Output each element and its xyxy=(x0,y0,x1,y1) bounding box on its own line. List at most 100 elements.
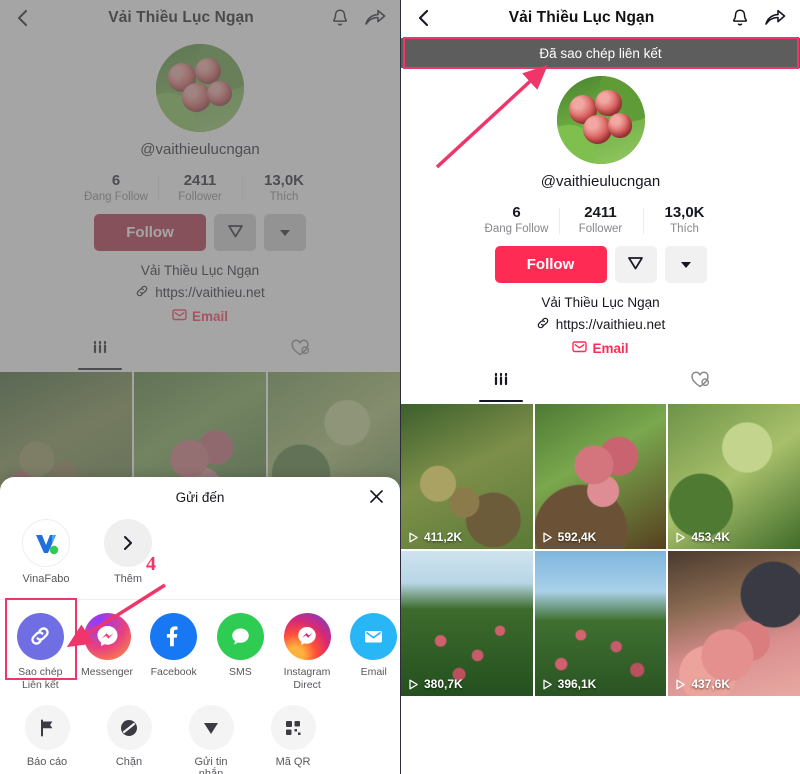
share-target-label: Facebook xyxy=(150,665,197,678)
tool-report[interactable]: Báo cáo xyxy=(18,705,76,774)
share-sheet-header: Gửi đến xyxy=(0,477,400,517)
share-arrow-icon[interactable] xyxy=(363,7,387,29)
stat-following[interactable]: 6 Đang Follow xyxy=(475,204,559,235)
share-sheet-apps-row: VinaFabo Thêm xyxy=(0,517,400,587)
share-target-messenger[interactable]: Messenger xyxy=(81,612,134,693)
profile-handle: @vaithieulucngan xyxy=(140,141,260,158)
stat-value: 2411 xyxy=(183,172,217,189)
stat-followers[interactable]: 2411 Follower xyxy=(158,172,242,203)
play-icon xyxy=(676,679,686,689)
paper-plane-icon xyxy=(226,221,245,245)
back-icon[interactable] xyxy=(414,7,434,29)
tab-active-underline xyxy=(78,367,122,370)
share-target-label: Email xyxy=(360,665,387,678)
play-icon xyxy=(409,532,418,542)
stats-row: 6 Đang Follow 2411 Follower 13,0K Thích xyxy=(401,204,800,235)
share-sheet-title: Gửi đến xyxy=(175,489,225,505)
video-cell[interactable]: 380,7K xyxy=(401,551,533,696)
stat-value: 6 xyxy=(512,204,521,221)
share-target-facebook[interactable]: Facebook xyxy=(147,612,200,693)
send-message-button[interactable] xyxy=(614,246,657,283)
share-arrow-icon[interactable] xyxy=(763,7,787,29)
bio-link[interactable]: https://vaithieu.net xyxy=(0,284,400,301)
share-target-copy-link[interactable]: Sao chép Liên kết xyxy=(14,612,67,693)
mail-icon xyxy=(572,340,588,356)
video-cell[interactable]: 396,1K xyxy=(534,551,667,696)
tool-label: Báo cáo xyxy=(26,756,68,769)
video-view-count: 396,1K xyxy=(542,677,596,691)
stat-label: Thích xyxy=(670,223,699,235)
block-icon xyxy=(106,705,152,751)
facebook-icon xyxy=(150,612,198,660)
follow-button[interactable]: Follow xyxy=(94,214,206,251)
stat-following[interactable]: 6 Đang Follow xyxy=(74,172,158,203)
bio-link-text: https://vaithieu.net xyxy=(555,317,666,332)
link-icon xyxy=(536,316,550,333)
stat-value: 13,0K xyxy=(664,204,705,221)
stat-likes[interactable]: 13,0K Thích xyxy=(242,172,326,203)
qr-code-icon xyxy=(270,705,316,751)
video-thumb xyxy=(668,404,800,549)
bio-email[interactable]: Email xyxy=(401,340,800,356)
tool-send-message[interactable]: Gửi tin nhắn xyxy=(182,705,240,774)
stat-label: Đang Follow xyxy=(484,223,549,235)
play-icon xyxy=(676,532,686,542)
tab-active-underline xyxy=(478,399,523,402)
video-cell[interactable]: 437,6K xyxy=(668,551,800,696)
tool-block[interactable]: Chặn xyxy=(100,705,158,774)
stat-label: Follower xyxy=(578,223,623,235)
bell-icon[interactable] xyxy=(729,7,751,29)
right-panel-link-copied: Vải Thiều Lục Ngạn Đã sao chép liên kết … xyxy=(400,0,800,774)
video-view-count: 592,4K xyxy=(542,530,596,544)
avatar[interactable] xyxy=(556,76,645,164)
stat-label: Thích xyxy=(269,191,299,203)
share-target-instagram-direct[interactable]: Instagram Direct xyxy=(281,612,334,693)
bio-email[interactable]: Email xyxy=(0,308,400,324)
share-app-vinafabo[interactable]: VinaFabo xyxy=(14,519,78,587)
bio-email-label: Email xyxy=(592,340,629,356)
tool-label: Mã QR xyxy=(275,756,311,769)
share-target-sms[interactable]: SMS xyxy=(214,612,267,693)
stat-value: 6 xyxy=(111,172,121,189)
tool-qr-code[interactable]: Mã QR xyxy=(264,705,322,774)
avatar[interactable] xyxy=(156,44,244,132)
page-title: Vải Thiều Lục Ngạn xyxy=(108,9,254,26)
tab-liked[interactable] xyxy=(200,338,400,368)
close-icon[interactable] xyxy=(368,488,385,505)
video-cell[interactable]: 411,2K xyxy=(401,404,533,549)
video-thumb xyxy=(401,404,533,549)
more-options-button[interactable] xyxy=(264,214,306,251)
stats-row: 6 Đang Follow 2411 Follower 13,0K Thích xyxy=(0,172,400,203)
tool-label: Chặn xyxy=(115,756,143,769)
tutorial-screenshot: Vải Thiều Lục Ngạn @vaithieulucngan 6 Đa… xyxy=(0,0,800,774)
vinafabo-logo-icon xyxy=(22,519,70,567)
stat-label: Đang Follow xyxy=(84,191,148,203)
heart-slash-icon xyxy=(689,370,711,394)
tab-liked[interactable] xyxy=(601,370,800,400)
stat-likes[interactable]: 13,0K Thích xyxy=(642,204,727,235)
stat-followers[interactable]: 2411 Follower xyxy=(558,204,643,235)
back-icon[interactable] xyxy=(13,7,33,29)
tab-videos[interactable] xyxy=(401,370,601,402)
more-options-button[interactable] xyxy=(664,246,707,283)
send-message-button[interactable] xyxy=(214,214,256,251)
share-target-email[interactable]: Email xyxy=(347,612,400,693)
heart-slash-icon xyxy=(289,338,311,362)
video-cell[interactable]: 453,4K xyxy=(668,404,800,549)
stat-value: 13,0K xyxy=(263,172,305,189)
follow-button[interactable]: Follow xyxy=(494,246,607,283)
play-icon xyxy=(543,532,552,542)
tab-videos[interactable] xyxy=(0,338,200,370)
bio-link[interactable]: https://vaithieu.net xyxy=(401,316,800,333)
video-cell[interactable]: 592,4K xyxy=(534,404,667,549)
video-grid-right: 411,2K 592,4K 453,4K 380,7K 396,1K 437,6… xyxy=(401,404,800,696)
bell-icon[interactable] xyxy=(329,7,351,29)
share-target-label: SMS xyxy=(228,665,252,678)
bio-link-text: https://vaithieu.net xyxy=(155,285,265,300)
video-view-count: 453,4K xyxy=(675,530,730,544)
play-icon xyxy=(543,679,552,689)
grid-bars-icon xyxy=(90,338,110,361)
paper-plane-icon xyxy=(626,253,645,277)
video-thumb xyxy=(401,551,533,696)
app-bar-left: Vải Thiều Lục Ngạn xyxy=(0,0,400,36)
